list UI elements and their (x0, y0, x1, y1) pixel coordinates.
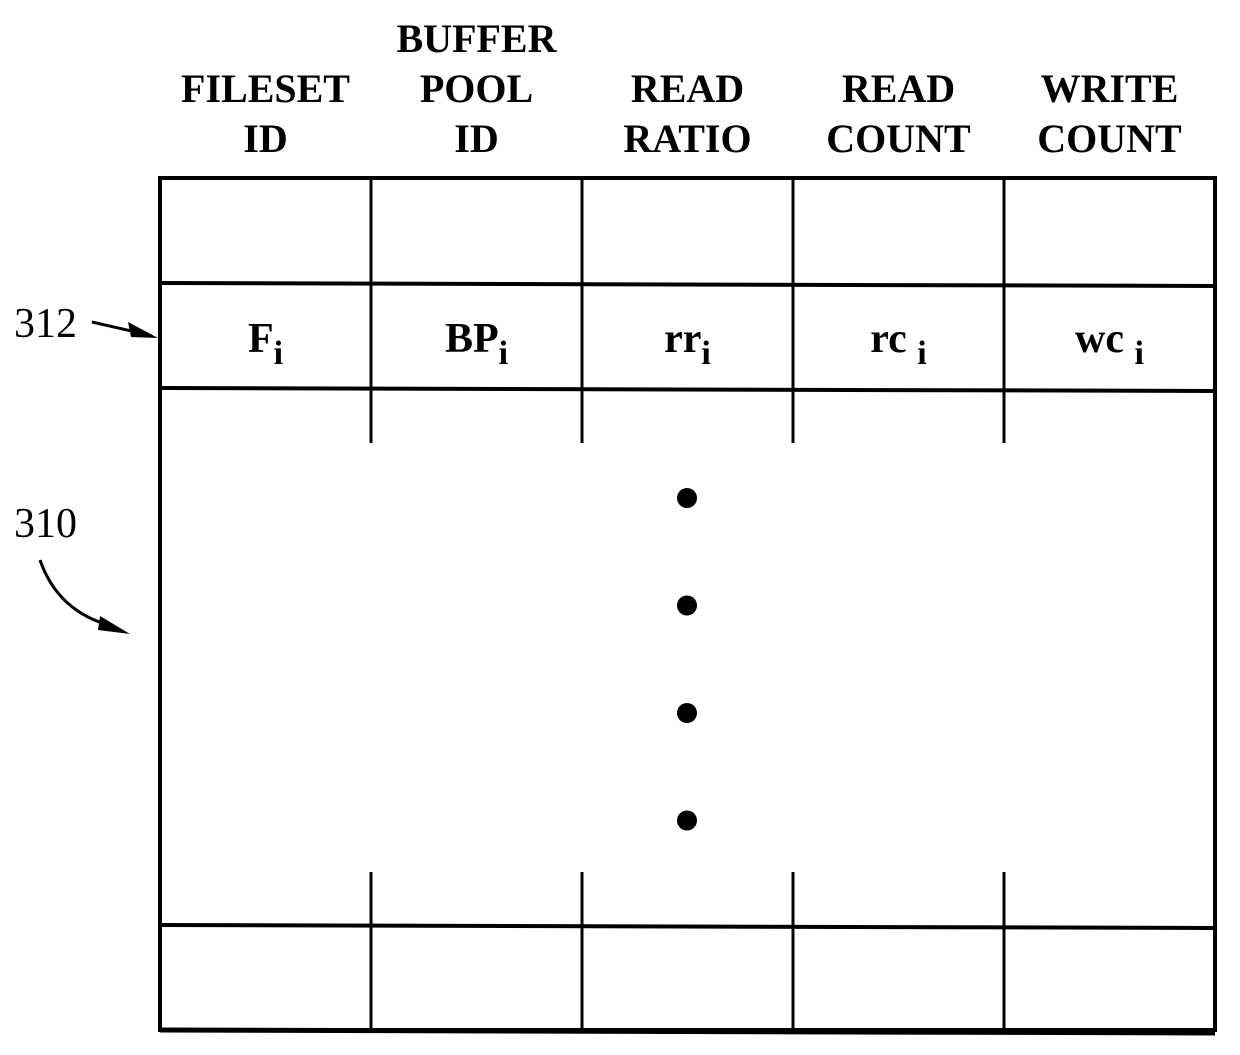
entry-row: Fi BPi rri rc i wc i (248, 316, 1144, 372)
reference-numeral-312: 312 (14, 301, 77, 347)
ellipsis-dots (677, 488, 697, 831)
column-headers: FILESET ID BUFFER POOL ID READ RATIO READ COUNT W… (181, 16, 1182, 161)
entry-cell-subscript: i (274, 335, 283, 372)
column-header-line: COUNT (826, 116, 971, 161)
ellipsis-dot (677, 488, 697, 508)
entry-cell-subscript: i (917, 335, 926, 372)
entry-cell-value: rri (664, 316, 711, 372)
column-header-line: COUNT (1037, 116, 1182, 161)
entry-cell-value: rc i (870, 316, 926, 372)
table-bottom-edge (159, 1027, 1216, 1036)
ellipsis-dot (677, 703, 697, 723)
reference-numeral-310: 310 (14, 501, 77, 547)
ellipsis-dot (677, 810, 697, 831)
column-header-line: FILESET (181, 66, 350, 111)
entry-cell-value: Fi (248, 316, 283, 372)
arrow-310-curve (38, 559, 113, 628)
column-header-line: POOL (420, 66, 533, 111)
row-divider-last-top (159, 923, 1216, 930)
entry-cell-value: wc i (1075, 316, 1144, 372)
column-header-line: READ (842, 66, 955, 111)
column-header-line: WRITE (1041, 66, 1179, 111)
column-header-line: ID (454, 116, 498, 161)
entry-cell-value: BPi (445, 316, 508, 372)
arrow-310-head-icon (98, 616, 130, 634)
row-divider-entry-bottom (159, 386, 1216, 393)
arrow-312-head-icon (128, 322, 158, 338)
entry-cell-subscript: i (1135, 335, 1144, 372)
column-header-line: RATIO (623, 116, 751, 161)
reference-312: 312 (14, 301, 158, 347)
column-header-line: ID (243, 116, 287, 161)
column-header-line: BUFFER (397, 16, 558, 61)
table-diagram: FILESET ID BUFFER POOL ID READ RATIO READ COUNT W… (14, 16, 1217, 1036)
reference-310: 310 (14, 501, 130, 634)
column-header-line: READ (631, 66, 744, 111)
entry-cell-subscript: i (701, 335, 710, 372)
entry-cell-subscript: i (499, 335, 508, 372)
row-divider-top (159, 281, 1216, 288)
ellipsis-dot (677, 595, 697, 616)
